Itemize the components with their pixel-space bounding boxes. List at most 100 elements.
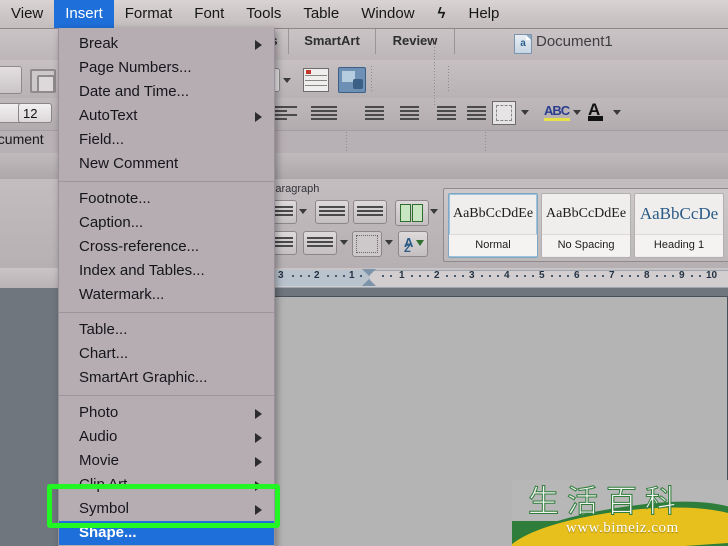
screenshot-root: a Document1 100% xyxy=(0,0,728,546)
shading-arrow-icon[interactable] xyxy=(385,240,393,245)
menu-separator-2 xyxy=(59,312,274,313)
multilevel-list-arrow-icon[interactable] xyxy=(299,209,307,214)
menu-item-field[interactable]: Field... xyxy=(59,128,274,152)
highlight-icon[interactable]: ABC xyxy=(544,103,571,121)
ruler-tick-6: 6 xyxy=(574,270,580,281)
menu-item-watermark-label: Watermark... xyxy=(79,286,165,303)
toolbar-divider-3 xyxy=(448,66,449,92)
menu-item-cross-reference-label: Cross-reference... xyxy=(79,238,200,255)
style-normal-preview: AaBbCcDdEе xyxy=(452,206,534,221)
increase-indent-icon[interactable] xyxy=(459,104,486,124)
ribbon-group-label: Paragraph xyxy=(268,183,320,195)
menu-item-autotext-label: AutoText xyxy=(79,107,138,124)
ribbon-divider xyxy=(434,38,435,106)
menu-item-autotext[interactable]: AutoText xyxy=(59,104,274,128)
menu-item-table[interactable]: Table... xyxy=(59,318,274,342)
submenu-arrow-icon xyxy=(255,481,262,491)
decrease-indent-ribbon-icon[interactable] xyxy=(315,200,349,224)
style-no-spacing-preview: AaBbCcDdEе xyxy=(545,206,627,221)
document-icon: a xyxy=(514,34,532,54)
menu-item-break[interactable]: Break xyxy=(59,32,274,56)
submenu-arrow-icon xyxy=(255,457,262,467)
menu-item-footnote[interactable]: Footnote... xyxy=(59,187,274,211)
submenu-arrow-icon xyxy=(255,112,262,122)
document-label-partial: ocument xyxy=(0,131,44,147)
menubar-item-tools[interactable]: Tools xyxy=(235,0,292,28)
submenu-arrow-icon xyxy=(255,505,262,515)
menu-item-movie[interactable]: Movie xyxy=(59,449,274,473)
sort-icon[interactable]: A Z xyxy=(398,231,428,257)
menu-item-page-numbers[interactable]: Page Numbers... xyxy=(59,56,274,80)
ruler-tick-2: 2 xyxy=(434,270,440,281)
align-justify-icon[interactable] xyxy=(311,104,337,124)
watermark-url: www.bimeiz.com xyxy=(566,520,679,536)
menu-item-cross-reference[interactable]: Cross-reference... xyxy=(59,235,274,259)
menubar-item-view[interactable]: View xyxy=(0,0,54,28)
menu-item-symbol[interactable]: Symbol xyxy=(59,497,274,521)
borders-dropdown-arrow-icon[interactable] xyxy=(521,110,529,115)
ruler-tick-left-3: 3 xyxy=(278,270,284,281)
menu-item-smartart-graphic[interactable]: SmartArt Graphic... xyxy=(59,366,274,390)
menu-item-date-and-time-label: Date and Time... xyxy=(79,83,190,100)
menu-item-audio-label: Audio xyxy=(79,428,118,445)
menu-item-clip-art[interactable]: Clip Art xyxy=(59,473,274,497)
menu-item-movie-label: Movie xyxy=(79,452,120,469)
lightning-bolt-icon[interactable]: ϟ xyxy=(426,0,458,28)
menu-item-watermark[interactable]: Watermark... xyxy=(59,283,274,307)
menu-item-caption[interactable]: Caption... xyxy=(59,211,274,235)
shading-icon[interactable] xyxy=(352,231,382,257)
ruler-tick-9: 9 xyxy=(679,270,685,281)
font-color-dropdown-arrow-icon[interactable] xyxy=(613,110,621,115)
menubar-item-font[interactable]: Font xyxy=(183,0,235,28)
style-normal[interactable]: AaBbCcDdEе Normal xyxy=(448,193,538,258)
copy-icon[interactable] xyxy=(0,66,22,94)
columns-arrow-icon[interactable] xyxy=(430,209,438,214)
document-title: Document1 xyxy=(536,33,613,50)
numbered-list-icon[interactable] xyxy=(357,104,384,124)
table-insert-icon[interactable] xyxy=(303,68,329,92)
menu-item-footnote-label: Footnote... xyxy=(79,190,151,207)
ribbon-tab-review[interactable]: Review xyxy=(376,28,455,54)
menu-separator-3 xyxy=(59,395,274,396)
menu-item-new-comment-label: New Comment xyxy=(79,155,179,172)
ruler-tick-7: 7 xyxy=(609,270,615,281)
font-size-input[interactable]: 12 xyxy=(18,103,52,123)
menu-item-audio[interactable]: Audio xyxy=(59,425,274,449)
media-insert-icon[interactable] xyxy=(338,67,366,93)
menu-item-index-and-tables[interactable]: Index and Tables... xyxy=(59,259,274,283)
highlight-dropdown-arrow-icon[interactable] xyxy=(573,110,581,115)
style-normal-label: Normal xyxy=(449,234,537,256)
decrease-indent-icon[interactable] xyxy=(429,104,456,124)
columns-icon[interactable] xyxy=(395,200,429,226)
borders-icon[interactable] xyxy=(492,101,516,125)
apple-menu-bar: View Insert Format Font Tools Table Wind… xyxy=(0,0,728,29)
menubar-item-help[interactable]: Help xyxy=(458,0,511,28)
style-no-spacing[interactable]: AaBbCcDdEе No Spacing xyxy=(541,193,631,258)
menu-item-photo[interactable]: Photo xyxy=(59,401,274,425)
ruler-tick-8: 8 xyxy=(644,270,650,281)
menu-item-page-numbers-label: Page Numbers... xyxy=(79,59,192,76)
insert-dropdown-menu: Break Page Numbers... Date and Time... A… xyxy=(58,28,275,546)
paragraph-spacing-arrow-icon[interactable] xyxy=(340,240,348,245)
menubar-item-window[interactable]: Window xyxy=(350,0,425,28)
menu-item-new-comment[interactable]: New Comment xyxy=(59,152,274,176)
style-heading-1-label: Heading 1 xyxy=(635,234,723,256)
style-heading-1[interactable]: AaBbCcDе Heading 1 xyxy=(634,193,724,258)
menu-item-break-label: Break xyxy=(79,35,119,52)
chevron-down-icon[interactable] xyxy=(283,78,291,83)
menu-item-date-and-time[interactable]: Date and Time... xyxy=(59,80,274,104)
ribbon-tab-smartart[interactable]: SmartArt xyxy=(289,28,376,54)
bulleted-list-icon[interactable] xyxy=(392,104,419,124)
menu-item-chart[interactable]: Chart... xyxy=(59,342,274,366)
menu-item-shape[interactable]: Shape... xyxy=(59,521,274,545)
font-color-icon[interactable]: A xyxy=(588,100,604,121)
menubar-item-format[interactable]: Format xyxy=(114,0,184,28)
increase-indent-ribbon-icon[interactable] xyxy=(353,200,387,224)
menubar-item-insert[interactable]: Insert xyxy=(54,0,114,28)
menubar-item-table[interactable]: Table xyxy=(292,0,350,28)
indent-marker[interactable] xyxy=(362,268,376,288)
menu-item-caption-label: Caption... xyxy=(79,214,144,231)
menu-item-smartart-graphic-label: SmartArt Graphic... xyxy=(79,369,208,386)
paragraph-spacing-icon[interactable] xyxy=(303,231,337,255)
paste-icon[interactable] xyxy=(30,69,56,93)
